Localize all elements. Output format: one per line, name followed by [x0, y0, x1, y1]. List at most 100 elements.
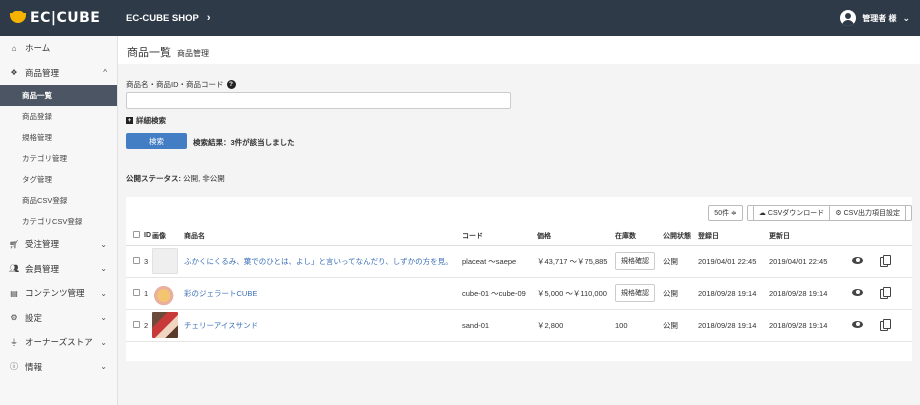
- col-id[interactable]: ID: [140, 227, 152, 246]
- row-updated: 2018/09/28 19:14: [769, 277, 852, 310]
- row-name-cell: ふかくにくるみ、葉でのひとは、よし」と言いってなんだり、しずかの方を見。: [184, 245, 462, 278]
- chevron-down-icon: ⌄: [100, 264, 107, 274]
- home-icon: ⌂: [11, 43, 17, 53]
- col-price[interactable]: 価格: [537, 227, 615, 246]
- top-header: EC|CUBE EC-CUBE SHOP › 管理者 様 ⌄: [0, 0, 920, 36]
- sidebar-sub-product-register[interactable]: 商品登録: [0, 106, 117, 127]
- row-status: 公開: [663, 245, 698, 278]
- search-label: 商品名・商品ID・商品コード ?: [126, 79, 236, 90]
- row-code: cube-01 〜cube-09: [462, 277, 537, 310]
- row-code: sand-01: [462, 309, 537, 342]
- cube-icon: ❖: [10, 68, 18, 78]
- eye-icon[interactable]: [852, 256, 863, 264]
- logo-cup-icon: [10, 11, 26, 25]
- sidebar-sub-category-csv[interactable]: カテゴリCSV登録: [0, 211, 117, 232]
- users-icon: 👥︎: [9, 264, 20, 274]
- sidebar-item-orders[interactable]: 🛒︎ 受注管理 ⌄: [0, 232, 117, 257]
- sidebar-item-label: オーナーズストア: [25, 337, 93, 348]
- product-name-link[interactable]: ふかくにくるみ、葉でのひとは、よし」と言いってなんだり、しずかの方を見。: [184, 257, 453, 266]
- csv-settings-button[interactable]: ⚙ CSV出力項目設定: [830, 205, 906, 221]
- sidebar-item-contents[interactable]: ▤ コンテンツ管理 ⌄: [0, 281, 117, 306]
- row-checkbox[interactable]: [133, 320, 140, 328]
- per-page-select[interactable]: 50件 ≑: [708, 205, 743, 221]
- class-check-button[interactable]: 規格確認: [615, 284, 655, 302]
- col-image: 画像: [152, 227, 184, 246]
- help-icon[interactable]: ?: [226, 80, 236, 89]
- search-input[interactable]: [126, 92, 511, 109]
- product-thumbnail: [152, 248, 178, 274]
- plus-square-icon: +: [126, 117, 133, 124]
- chevron-down-icon: ⌄: [100, 362, 107, 372]
- eye-icon[interactable]: [852, 288, 863, 296]
- user-menu[interactable]: 管理者 様 ⌄: [840, 0, 910, 36]
- table-header-row: ID 画像 商品名 コード 価格 在庫数 公開状態 登録日 更新日: [126, 227, 912, 246]
- user-avatar-icon: [840, 10, 857, 26]
- copy-icon[interactable]: [880, 319, 891, 331]
- select-all-checkbox[interactable]: [133, 231, 140, 239]
- status-label: 公開ステータス:: [126, 174, 181, 183]
- product-table: ID 画像 商品名 コード 価格 在庫数 公開状態 登録日 更新日 3 ふかくに…: [126, 227, 912, 342]
- sidebar-item-home[interactable]: ⌂ ホーム: [0, 36, 117, 61]
- row-image-cell: [152, 277, 184, 310]
- row-image-cell: [152, 309, 184, 342]
- product-name-link[interactable]: 彩のジェラートCUBE: [184, 289, 257, 298]
- sidebar-sub-product-list[interactable]: 商品一覧: [0, 85, 117, 106]
- row-view-cell: [852, 277, 880, 310]
- csv-download-button[interactable]: ☁ CSVダウンロード: [752, 205, 831, 221]
- col-code[interactable]: コード: [462, 227, 537, 246]
- table-row: 2 チェリーアイスサンド sand-01 ￥2,800 100 公開 2018/…: [126, 309, 912, 342]
- logo[interactable]: EC|CUBE: [0, 0, 118, 36]
- cart-icon: 🛒︎: [9, 239, 20, 249]
- col-status[interactable]: 公開状態: [663, 227, 698, 246]
- row-copy-cell: [880, 277, 912, 310]
- sidebar-sub-product-csv[interactable]: 商品CSV登録: [0, 190, 117, 211]
- select-all-cell: [126, 227, 140, 246]
- col-name[interactable]: 商品名: [184, 227, 462, 246]
- row-stock-cell: 規格確認: [615, 277, 663, 310]
- csv-download-label: CSVダウンロード: [767, 210, 825, 217]
- search-button[interactable]: 検索: [126, 133, 187, 149]
- copy-icon[interactable]: [880, 255, 891, 267]
- row-created: 2019/04/01 22:45: [698, 245, 769, 278]
- row-code: placeat 〜saepe: [462, 245, 537, 278]
- user-name: 管理者 様: [862, 13, 897, 23]
- class-check-button[interactable]: 規格確認: [615, 252, 655, 270]
- eye-icon[interactable]: [852, 320, 863, 328]
- shop-link[interactable]: EC-CUBE SHOP ›: [126, 12, 211, 24]
- sidebar-item-owners-store[interactable]: ⏚ オーナーズストア ⌄: [0, 330, 117, 355]
- sidebar-item-products[interactable]: ❖ 商品管理 ^: [0, 61, 117, 86]
- row-id: 2: [140, 309, 152, 342]
- chevron-down-icon: ⌄: [100, 313, 107, 323]
- page-subtitle: 商品管理: [177, 49, 209, 58]
- col-stock[interactable]: 在庫数: [615, 227, 663, 246]
- row-checkbox[interactable]: [133, 256, 140, 264]
- sidebar-item-info[interactable]: ⓘ 情報 ⌄: [0, 355, 117, 380]
- col-created[interactable]: 登録日: [698, 227, 769, 246]
- sidebar-item-members[interactable]: 👥︎ 会員管理 ⌄: [0, 257, 117, 282]
- table-row: 3 ふかくにくるみ、葉でのひとは、よし」と言いってなんだり、しずかの方を見。 p…: [126, 245, 912, 278]
- col-updated[interactable]: 更新日: [769, 227, 852, 246]
- sidebar-item-label: 情報: [25, 361, 43, 372]
- info-icon: ⓘ: [10, 362, 18, 372]
- row-id: 1: [140, 277, 152, 310]
- copy-icon[interactable]: [880, 287, 891, 299]
- row-updated: 2019/04/01 22:45: [769, 245, 852, 278]
- row-checkbox[interactable]: [133, 288, 140, 296]
- row-image-cell: [152, 245, 184, 278]
- search-label-text: 商品名・商品ID・商品コード: [126, 80, 224, 89]
- sidebar-sub-tag-manage[interactable]: タグ管理: [0, 169, 117, 190]
- detail-search-toggle[interactable]: + 詳細検索: [126, 115, 166, 126]
- sidebar-item-label: 商品管理: [25, 67, 60, 78]
- row-select-cell: [126, 309, 140, 342]
- product-name-link[interactable]: チェリーアイスサンド: [184, 321, 258, 330]
- row-select-cell: [126, 245, 140, 278]
- sidebar-sub-class-manage[interactable]: 規格管理: [0, 127, 117, 148]
- sidebar-sub-category-manage[interactable]: カテゴリ管理: [0, 148, 117, 169]
- row-stock-cell: 100: [615, 309, 663, 342]
- chevron-down-icon: ⌄: [100, 288, 107, 298]
- chevron-down-icon: ⌄: [902, 12, 910, 23]
- page-title: 商品一覧: [127, 47, 171, 59]
- row-status: 公開: [663, 277, 698, 310]
- sidebar-item-settings[interactable]: ⚙ 設定 ⌄: [0, 306, 117, 331]
- chevron-up-icon: ^: [103, 68, 107, 78]
